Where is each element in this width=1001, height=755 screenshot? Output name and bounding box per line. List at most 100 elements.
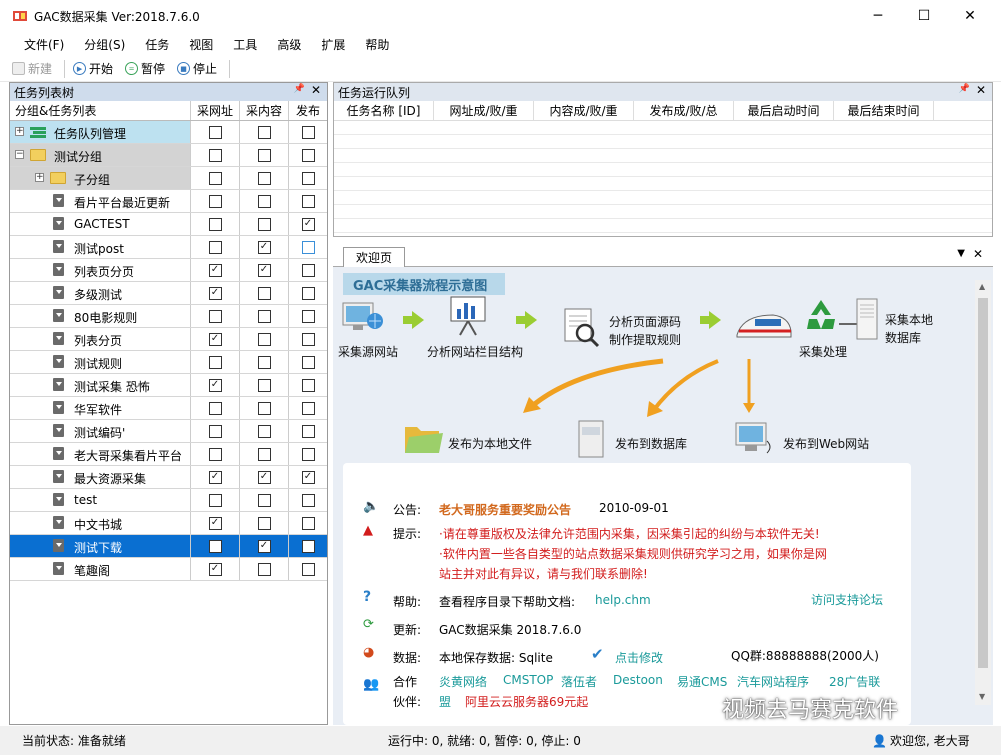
tree-row[interactable]: GACTEST ✓ bbox=[10, 213, 327, 236]
tree-row-label-cell[interactable]: 多级测试 bbox=[10, 282, 191, 304]
partner-link[interactable]: Destoon bbox=[613, 673, 663, 687]
tree-row[interactable]: 老大哥采集看片平台 bbox=[10, 443, 327, 466]
publish-checkbox[interactable] bbox=[301, 286, 315, 300]
tree-row-label-cell[interactable]: + 子分组 bbox=[10, 167, 191, 189]
tree-row-label-cell[interactable]: 列表分页 bbox=[10, 328, 191, 350]
publish-checkbox[interactable] bbox=[301, 355, 315, 369]
fetch-content-checkbox[interactable] bbox=[257, 493, 271, 507]
fetch-url-checkbox[interactable]: ✓ bbox=[208, 516, 222, 530]
scroll-down-icon[interactable]: ▼ bbox=[979, 692, 985, 701]
fetch-content-checkbox[interactable] bbox=[257, 309, 271, 323]
fetch-content-checkbox[interactable] bbox=[257, 286, 271, 300]
tree-row[interactable]: 笔趣阁 ✓ bbox=[10, 558, 327, 581]
fetch-content-checkbox[interactable] bbox=[257, 171, 271, 185]
new-button[interactable]: 新建 bbox=[12, 60, 52, 77]
tree-row-label-cell[interactable]: 测试编码' bbox=[10, 420, 191, 442]
start-button[interactable]: ▶ 开始 bbox=[73, 60, 113, 77]
close-panel-icon[interactable]: ✕ bbox=[976, 83, 986, 97]
fetch-url-checkbox[interactable] bbox=[208, 539, 222, 553]
fetch-url-checkbox[interactable] bbox=[208, 493, 222, 507]
publish-checkbox[interactable] bbox=[301, 378, 315, 392]
scroll-thumb[interactable] bbox=[978, 298, 988, 668]
queue-col-url[interactable]: 网址成/败/重 bbox=[434, 101, 534, 120]
partner-link[interactable]: 易通CMS bbox=[677, 673, 727, 690]
tree-row-label-cell[interactable]: 最大资源采集 bbox=[10, 466, 191, 488]
tree-row-label-cell[interactable]: 测试下载 bbox=[10, 535, 191, 557]
menu-view[interactable]: 视图 bbox=[179, 36, 223, 53]
tree-row[interactable]: + 任务队列管理 bbox=[10, 121, 327, 144]
tree-row[interactable]: 最大资源采集 ✓ ✓ ✓ bbox=[10, 466, 327, 489]
fetch-content-checkbox[interactable]: ✓ bbox=[257, 539, 271, 553]
fetch-content-checkbox[interactable] bbox=[257, 378, 271, 392]
close-tab-icon[interactable]: ✕ bbox=[973, 247, 983, 261]
col-header-url[interactable]: 采网址 bbox=[191, 101, 240, 120]
tree-row[interactable]: 看片平台最近更新 bbox=[10, 190, 327, 213]
modify-link[interactable]: 点击修改 bbox=[615, 649, 663, 666]
publish-checkbox[interactable] bbox=[301, 424, 315, 438]
tree-row-label-cell[interactable]: 测试post bbox=[10, 236, 191, 258]
fetch-content-checkbox[interactable]: ✓ bbox=[257, 240, 271, 254]
maximize-button[interactable]: ☐ bbox=[901, 0, 947, 32]
tree-row-label-cell[interactable]: 中文书城 bbox=[10, 512, 191, 534]
fetch-content-checkbox[interactable]: ✓ bbox=[257, 263, 271, 277]
fetch-content-checkbox[interactable] bbox=[257, 401, 271, 415]
queue-col-end[interactable]: 最后结束时间 bbox=[834, 101, 934, 120]
tree-row-label-cell[interactable]: 笔趣阁 bbox=[10, 558, 191, 580]
partner-link[interactable]: 盟 bbox=[439, 693, 451, 710]
publish-checkbox[interactable] bbox=[301, 125, 315, 139]
partner-link[interactable]: 炎黄网络 bbox=[439, 673, 487, 690]
tree-row[interactable]: test bbox=[10, 489, 327, 512]
publish-checkbox[interactable] bbox=[301, 171, 315, 185]
col-header-content[interactable]: 采内容 bbox=[240, 101, 289, 120]
tree-row-label-cell[interactable]: GACTEST bbox=[10, 213, 191, 235]
tree-row-label-cell[interactable]: − 测试分组 bbox=[10, 144, 191, 166]
minimize-button[interactable]: ─ bbox=[855, 0, 901, 32]
tree-row[interactable]: 测试下载 ✓ bbox=[10, 535, 327, 558]
menu-advanced[interactable]: 高级 bbox=[267, 36, 311, 53]
fetch-content-checkbox[interactable] bbox=[257, 516, 271, 530]
notice-link[interactable]: 老大哥服务重要奖励公告 bbox=[439, 501, 571, 518]
partner-link[interactable]: 落伍者 bbox=[561, 673, 597, 690]
fetch-url-checkbox[interactable] bbox=[208, 447, 222, 461]
tree-row-label-cell[interactable]: 列表页分页 bbox=[10, 259, 191, 281]
fetch-content-checkbox[interactable] bbox=[257, 125, 271, 139]
forum-link[interactable]: 访问支持论坛 bbox=[811, 591, 883, 608]
publish-checkbox[interactable] bbox=[301, 516, 315, 530]
tree-row[interactable]: 华军软件 bbox=[10, 397, 327, 420]
fetch-content-checkbox[interactable] bbox=[257, 355, 271, 369]
publish-checkbox[interactable] bbox=[301, 539, 315, 553]
menu-task[interactable]: 任务 bbox=[135, 36, 179, 53]
collapse-icon[interactable]: − bbox=[15, 150, 24, 159]
promo-link[interactable]: 阿里云云服务器69元起 bbox=[465, 693, 588, 710]
tree-row-label-cell[interactable]: + 任务队列管理 bbox=[10, 121, 191, 143]
queue-col-content[interactable]: 内容成/败/重 bbox=[534, 101, 634, 120]
fetch-url-checkbox[interactable] bbox=[208, 424, 222, 438]
close-panel-icon[interactable]: ✕ bbox=[311, 83, 321, 97]
menu-tools[interactable]: 工具 bbox=[223, 36, 267, 53]
publish-checkbox[interactable] bbox=[301, 263, 315, 277]
menu-file[interactable]: 文件(F) bbox=[14, 36, 74, 53]
fetch-url-checkbox[interactable] bbox=[208, 240, 222, 254]
queue-col-name[interactable]: 任务名称 [ID] bbox=[334, 101, 434, 120]
tree-row-label-cell[interactable]: 80电影规则 bbox=[10, 305, 191, 327]
publish-checkbox[interactable] bbox=[301, 493, 315, 507]
tree-row[interactable]: 测试规则 bbox=[10, 351, 327, 374]
tree-row[interactable]: 多级测试 ✓ bbox=[10, 282, 327, 305]
tree-row[interactable]: 测试编码' bbox=[10, 420, 327, 443]
tree-row-label-cell[interactable]: test bbox=[10, 489, 191, 511]
fetch-url-checkbox[interactable]: ✓ bbox=[208, 332, 222, 346]
fetch-url-checkbox[interactable]: ✓ bbox=[208, 286, 222, 300]
publish-checkbox[interactable] bbox=[301, 240, 315, 254]
fetch-url-checkbox[interactable]: ✓ bbox=[208, 470, 222, 484]
publish-checkbox[interactable]: ✓ bbox=[301, 217, 315, 231]
scroll-up-icon[interactable]: ▲ bbox=[979, 282, 985, 291]
publish-checkbox[interactable]: ✓ bbox=[301, 470, 315, 484]
fetch-content-checkbox[interactable] bbox=[257, 424, 271, 438]
fetch-content-checkbox[interactable] bbox=[257, 332, 271, 346]
fetch-url-checkbox[interactable] bbox=[208, 148, 222, 162]
fetch-content-checkbox[interactable]: ✓ bbox=[257, 470, 271, 484]
expand-icon[interactable]: + bbox=[15, 127, 24, 136]
publish-checkbox[interactable] bbox=[301, 562, 315, 576]
publish-checkbox[interactable] bbox=[301, 401, 315, 415]
fetch-content-checkbox[interactable] bbox=[257, 217, 271, 231]
